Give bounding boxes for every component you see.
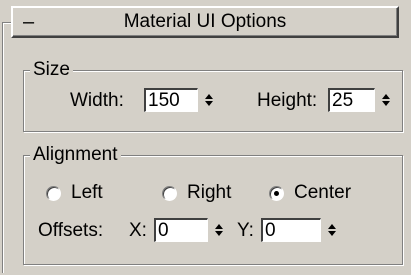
radio-left[interactable]: Left [46,181,103,205]
offset-x-label: X: [129,220,147,241]
size-group: Size Width: Height: [23,58,403,132]
alignment-group: Alignment Left Right Center Offsets: X: … [23,143,403,265]
spinner-down-arrow-icon[interactable] [215,231,223,236]
radio-button-icon[interactable] [269,185,284,201]
radio-button-icon[interactable] [162,185,177,201]
height-spinner [328,88,394,114]
offsets-label: Offsets: [38,220,104,241]
offset-y-spinner-arrows-icon[interactable] [324,218,340,242]
material-ui-options-panel: – Material UI Options Size Width: Height… [0,0,411,275]
rollout-frame [2,22,11,273]
radio-center[interactable]: Center [269,181,351,205]
radio-right-label: Right [187,182,232,203]
radio-center-label: Center [294,182,352,203]
spinner-up-arrow-icon[interactable] [328,224,336,229]
spinner-up-arrow-icon[interactable] [215,224,223,229]
offset-x-spinner-arrows-icon[interactable] [211,218,227,242]
rollout-title: Material UI Options [123,11,287,32]
spinner-up-arrow-icon[interactable] [382,94,390,99]
spinner-up-arrow-icon[interactable] [205,94,213,99]
size-group-label: Size [30,58,73,82]
width-field[interactable] [144,88,198,112]
height-field[interactable] [328,88,375,112]
offset-y-label: Y: [237,220,254,241]
offset-x-spinner [154,218,227,244]
spinner-down-arrow-icon[interactable] [382,101,390,106]
radio-left-label: Left [71,182,103,203]
spinner-down-arrow-icon[interactable] [328,231,336,236]
height-spinner-arrows-icon[interactable] [378,88,394,112]
offset-x-field[interactable] [154,218,208,242]
rollout-header[interactable]: – Material UI Options [11,6,399,38]
radio-right[interactable]: Right [162,181,231,205]
spinner-down-arrow-icon[interactable] [205,101,213,106]
width-spinner-arrows-icon[interactable] [201,88,217,112]
offset-y-field[interactable] [261,218,321,242]
offset-y-spinner [261,218,340,244]
radio-button-icon[interactable] [46,185,61,201]
width-label: Width: [70,90,124,111]
alignment-group-label: Alignment [30,143,121,167]
height-label: Height: [257,90,318,111]
width-spinner [144,88,217,114]
